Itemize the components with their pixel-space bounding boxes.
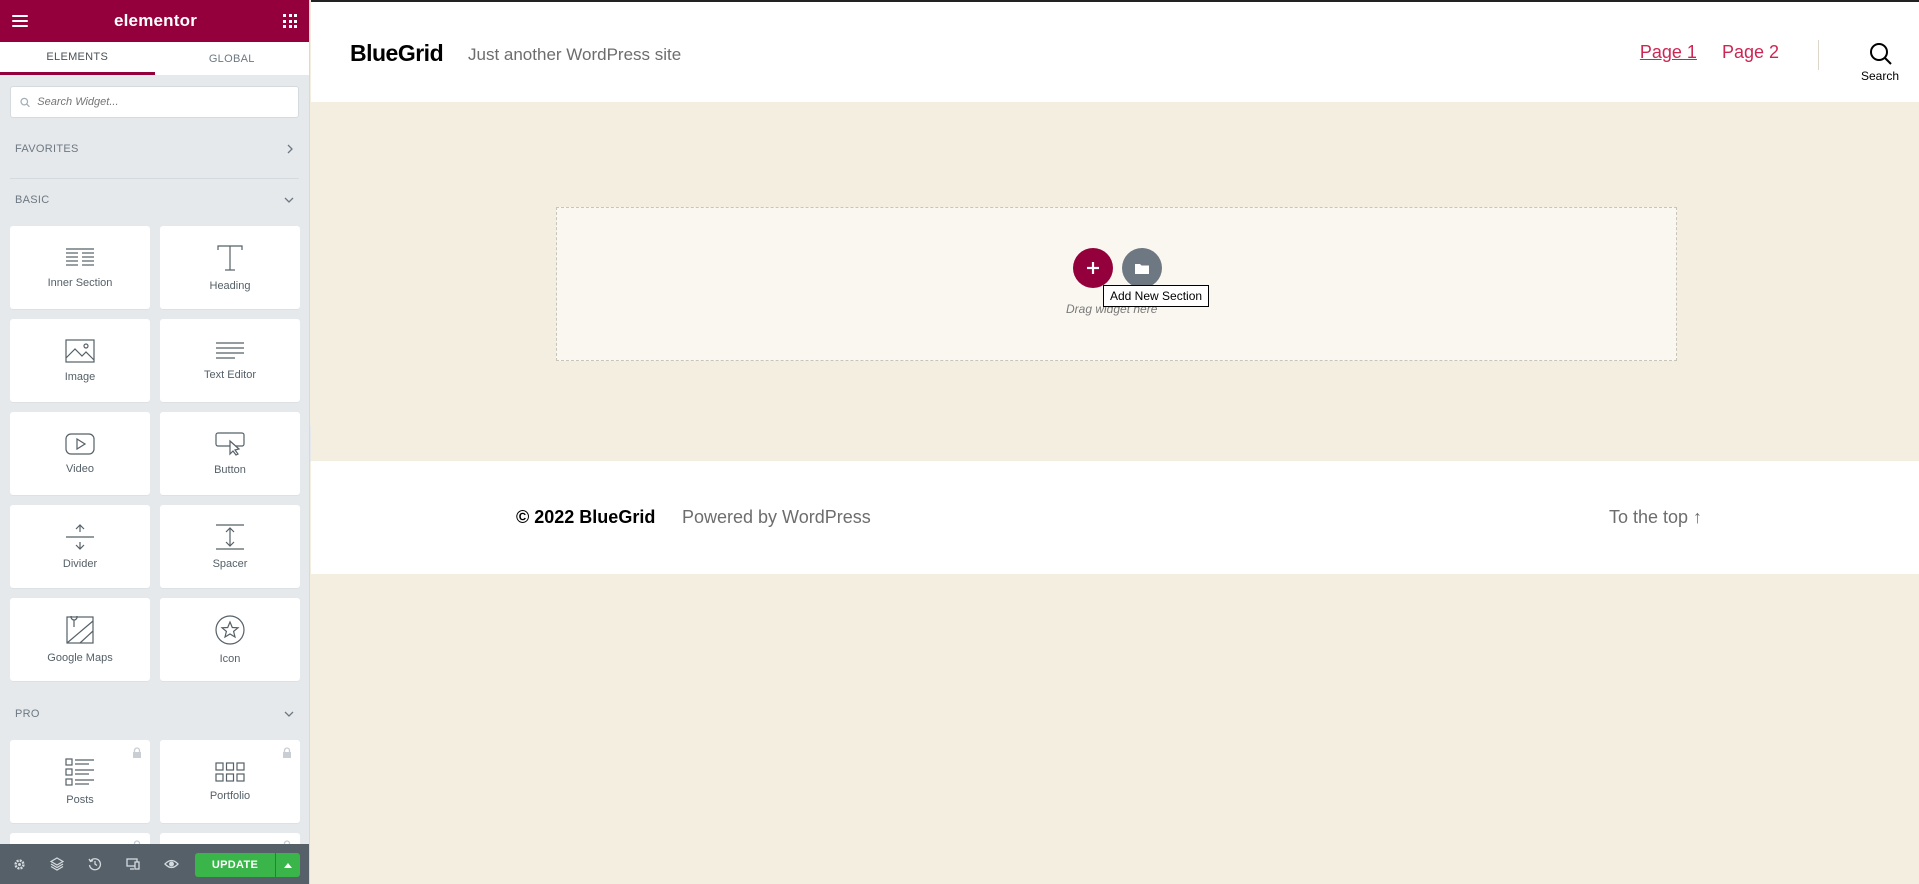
portfolio-icon xyxy=(215,761,245,782)
preview-eye-icon[interactable] xyxy=(162,855,180,873)
elementor-logo: elementor xyxy=(113,11,198,30)
inner-section-icon xyxy=(66,247,94,266)
widget-text-editor[interactable]: Text Editor xyxy=(160,319,300,402)
category-favorites[interactable]: FAVORITES xyxy=(0,128,309,170)
widget-label: Text Editor xyxy=(204,368,256,381)
widget-label: Video xyxy=(66,462,94,475)
search-icon xyxy=(20,97,30,107)
footer-powered-by-link[interactable]: Powered by WordPress xyxy=(682,507,871,528)
widget-label: Icon xyxy=(219,652,241,665)
panel-header: elementor xyxy=(0,0,309,42)
widget-search-input[interactable] xyxy=(37,96,289,108)
widget-image[interactable]: Image xyxy=(10,319,150,402)
video-icon xyxy=(65,432,95,455)
widget-label: Posts xyxy=(66,793,94,806)
category-pro[interactable]: PRO xyxy=(0,693,309,735)
nav-divider xyxy=(1818,40,1819,70)
widgets-grid-icon[interactable] xyxy=(283,14,297,28)
site-description: Just another WordPress site xyxy=(468,45,682,64)
add-template-button[interactable] xyxy=(1122,248,1162,288)
google-maps-icon xyxy=(66,615,94,644)
widget-label: Divider xyxy=(62,557,98,570)
navigator-layers-icon[interactable] xyxy=(48,855,66,873)
lock-icon xyxy=(133,747,141,758)
chevron-right-icon xyxy=(287,144,293,154)
widget-label: Heading xyxy=(209,279,251,292)
add-section-drop-zone[interactable] xyxy=(556,207,1677,361)
chevron-down-icon xyxy=(284,197,294,203)
search-toggle[interactable]: Search xyxy=(1855,41,1905,83)
footer-copyright: © 2022 BlueGrid xyxy=(516,507,656,527)
spacer-icon xyxy=(216,523,244,550)
widget-heading[interactable]: Heading xyxy=(160,226,300,309)
text-editor-icon xyxy=(216,341,244,359)
lock-icon xyxy=(283,747,291,758)
widget-portfolio[interactable]: Portfolio xyxy=(160,740,300,823)
category-pro-label: PRO xyxy=(15,708,40,720)
responsive-mode-icon[interactable] xyxy=(124,855,142,873)
widget-icon[interactable]: Icon xyxy=(160,598,300,681)
search-toggle-label: Search xyxy=(1860,69,1900,83)
panel-tabs: ELEMENTS GLOBAL xyxy=(0,42,309,76)
site-preview: BlueGrid Just another WordPress site Pag… xyxy=(311,0,1919,884)
folder-icon xyxy=(1135,263,1149,274)
add-new-section-button[interactable] xyxy=(1073,248,1113,288)
primary-nav: Page 1 Page 2 xyxy=(1640,42,1779,63)
widget-spacer[interactable]: Spacer xyxy=(160,505,300,588)
caret-up-icon xyxy=(284,862,292,868)
star-icon xyxy=(215,614,245,645)
widget-video[interactable]: Video xyxy=(10,412,150,495)
to-the-top-link[interactable]: To the top ↑ xyxy=(1609,507,1702,528)
site-footer: © 2022 BlueGrid Powered by WordPress To … xyxy=(311,461,1919,574)
hamburger-menu-icon[interactable] xyxy=(12,15,28,27)
posts-icon xyxy=(65,757,94,786)
widget-label: Portfolio xyxy=(209,789,251,802)
update-options-button[interactable] xyxy=(276,853,300,877)
widget-label: Button xyxy=(214,463,246,476)
history-icon[interactable] xyxy=(86,855,104,873)
widget-search-box xyxy=(10,86,299,118)
widget-inner-section[interactable]: Inner Section xyxy=(10,226,150,309)
update-button[interactable]: UPDATE xyxy=(195,853,275,877)
nav-item-page-1[interactable]: Page 1 xyxy=(1640,42,1697,63)
widget-label: Inner Section xyxy=(47,276,113,289)
category-favorites-label: FAVORITES xyxy=(15,143,79,155)
panel-footer: UPDATE xyxy=(0,844,309,884)
elementor-panel: elementor ELEMENTS GLOBAL FAVORITES BASI… xyxy=(0,0,310,884)
widget-divider[interactable]: Divider xyxy=(10,505,150,588)
widget-search-wrap xyxy=(0,76,309,128)
widget-button[interactable]: Button xyxy=(160,412,300,495)
divider-icon xyxy=(66,523,94,550)
settings-gear-icon[interactable] xyxy=(10,855,28,873)
site-header: BlueGrid Just another WordPress site Pag… xyxy=(311,2,1919,102)
image-icon xyxy=(65,338,95,363)
widget-label: Google Maps xyxy=(47,651,113,664)
search-icon xyxy=(1869,43,1892,65)
add-section-tooltip: Add New Section xyxy=(1103,285,1210,307)
widget-label: Spacer xyxy=(212,557,248,570)
site-title[interactable]: BlueGrid xyxy=(350,40,444,67)
category-basic-label: BASIC xyxy=(15,194,50,206)
tab-elements[interactable]: ELEMENTS xyxy=(0,42,155,75)
nav-item-page-2[interactable]: Page 2 xyxy=(1722,42,1779,63)
basic-widgets-grid: Inner Section Heading Image Text Editor … xyxy=(0,221,309,693)
heading-icon xyxy=(217,244,243,271)
button-icon xyxy=(215,431,245,456)
category-basic[interactable]: BASIC xyxy=(0,179,309,221)
tab-global[interactable]: GLOBAL xyxy=(155,42,310,75)
widget-posts[interactable]: Posts xyxy=(10,740,150,823)
widget-google-maps[interactable]: Google Maps xyxy=(10,598,150,681)
plus-icon xyxy=(1087,262,1099,274)
widget-label: Image xyxy=(64,370,96,383)
chevron-down-icon xyxy=(284,711,294,717)
